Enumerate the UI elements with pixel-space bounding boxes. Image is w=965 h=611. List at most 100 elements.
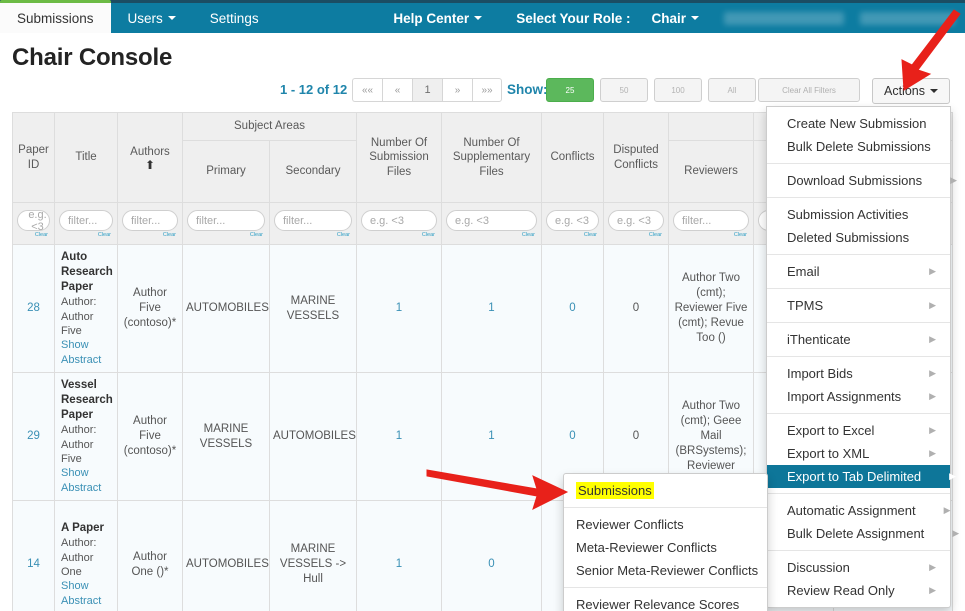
col-authors[interactable]: Authors ⬆ — [118, 113, 183, 203]
supplementary-files-link[interactable]: 1 — [488, 302, 494, 314]
submission-files-link[interactable]: 1 — [396, 302, 402, 314]
menu-item-review-read-only[interactable]: Review Read Only ▶ — [767, 579, 950, 602]
pagination-page-1-button[interactable]: 1 — [412, 78, 442, 102]
paper-id-link[interactable]: 28 — [27, 302, 40, 314]
nav-tab-submissions[interactable]: Submissions — [0, 0, 111, 33]
menu-item-discussion[interactable]: Discussion ▶ — [767, 556, 950, 579]
menu-item-export-to-tab-delimited[interactable]: Export to Tab Delimited ▶ — [767, 465, 950, 488]
filter-clear-secondary[interactable]: Clear — [274, 231, 352, 239]
actions-dropdown-menu: Create New Submission Bulk Delete Submis… — [766, 106, 951, 608]
submenu-item-reviewer-relevance-scores[interactable]: Reviewer Relevance Scores — [564, 593, 767, 611]
menu-item-label: iThenticate — [787, 331, 851, 348]
chevron-right-icon: ▶ — [952, 525, 959, 542]
submission-files-link[interactable]: 1 — [396, 430, 402, 442]
cell-title: Vessel Research Paper Author: Author Fiv… — [55, 373, 118, 501]
menu-item-deleted-submissions[interactable]: Deleted Submissions — [767, 226, 950, 249]
chevron-down-icon — [691, 16, 699, 20]
filter-cell-supplementary-files: e.g. <3 Clear — [442, 203, 542, 245]
conflicts-link[interactable]: 0 — [569, 430, 575, 442]
clear-all-filters-button[interactable]: Clear All Filters — [758, 78, 860, 102]
supplementary-files-link[interactable]: 1 — [488, 430, 494, 442]
filter-input-primary[interactable]: filter... — [187, 210, 265, 231]
filter-clear-reviewers[interactable]: Clear — [673, 231, 749, 239]
col-title[interactable]: Title — [55, 113, 118, 203]
col-number-of-submission-files[interactable]: Number Of Submission Files — [357, 113, 442, 203]
menu-item-export-to-excel[interactable]: Export to Excel ▶ — [767, 419, 950, 442]
role-selector-chair[interactable]: Chair — [634, 3, 716, 33]
submenu-item-submissions[interactable]: Submissions — [564, 479, 767, 502]
page-size-all-button[interactable]: All — [708, 78, 756, 102]
submission-files-link[interactable]: 1 — [396, 558, 402, 570]
filter-input-reviewers[interactable]: filter... — [673, 210, 749, 231]
show-abstract-link[interactable]: Show Abstract — [61, 338, 114, 367]
pagination-first-button[interactable]: «« — [352, 78, 382, 102]
filter-clear-disputed-conflicts[interactable]: Clear — [608, 231, 664, 239]
filter-cell-secondary: filter... Clear — [270, 203, 357, 245]
page-size-50-button[interactable]: 50 — [600, 78, 648, 102]
filter-input-paper-id[interactable]: e.g. <3 — [17, 210, 50, 231]
menu-divider — [564, 507, 767, 508]
submenu-item-meta-reviewer-conflicts[interactable]: Meta-Reviewer Conflicts — [564, 536, 767, 559]
pagination-controls: «« « 1 » »» — [352, 78, 502, 102]
menu-item-bulk-delete-assignment[interactable]: Bulk Delete Assignment ▶ — [767, 522, 950, 545]
paper-id-link[interactable]: 29 — [27, 430, 40, 442]
filter-input-conflicts[interactable]: e.g. <3 — [546, 210, 599, 231]
cell-submission-files: 1 — [357, 245, 442, 373]
submenu-item-senior-meta-reviewer-conflicts[interactable]: Senior Meta-Reviewer Conflicts — [564, 559, 767, 582]
col-paper-id[interactable]: Paper ID — [13, 113, 55, 203]
filter-input-title[interactable]: filter... — [59, 210, 113, 231]
page-size-100-button[interactable]: 100 — [654, 78, 702, 102]
actions-button[interactable]: Actions — [872, 78, 950, 104]
pagination-next-button[interactable]: » — [442, 78, 472, 102]
cell-supplementary-files: 1 — [442, 373, 542, 501]
filter-clear-title[interactable]: Clear — [59, 231, 113, 239]
menu-divider — [767, 163, 950, 164]
filter-clear-submission-files[interactable]: Clear — [361, 231, 437, 239]
nav-tab-settings-label: Settings — [210, 11, 259, 26]
nav-left-group: Submissions Users Settings — [0, 3, 276, 33]
col-primary[interactable]: Primary — [183, 141, 270, 203]
menu-item-email[interactable]: Email ▶ — [767, 260, 950, 283]
filter-input-disputed-conflicts[interactable]: e.g. <3 — [608, 210, 664, 231]
filter-clear-authors[interactable]: Clear — [122, 231, 178, 239]
pagination-prev-button[interactable]: « — [382, 78, 412, 102]
col-reviewers[interactable]: Reviewers — [669, 141, 754, 203]
filter-input-secondary[interactable]: filter... — [274, 210, 352, 231]
filter-input-authors[interactable]: filter... — [122, 210, 178, 231]
cell-submission-files: 1 — [357, 373, 442, 501]
sort-ascending-icon: ⬆ — [121, 160, 179, 170]
show-abstract-link[interactable]: Show Abstract — [61, 466, 114, 495]
author-name: Author Five — [61, 438, 114, 467]
menu-item-export-to-xml[interactable]: Export to XML ▶ — [767, 442, 950, 465]
show-abstract-link[interactable]: Show Abstract — [61, 579, 114, 608]
cell-title: Auto Research Paper Author: Author Five … — [55, 245, 118, 373]
menu-item-create-new-submission[interactable]: Create New Submission — [767, 112, 950, 135]
nav-tab-users[interactable]: Users — [111, 3, 193, 33]
filter-input-supplementary-files[interactable]: e.g. <3 — [446, 210, 537, 231]
menu-item-bulk-delete-submissions[interactable]: Bulk Delete Submissions — [767, 135, 950, 158]
col-secondary[interactable]: Secondary — [270, 141, 357, 203]
filter-clear-conflicts[interactable]: Clear — [546, 231, 599, 239]
menu-item-submission-activities[interactable]: Submission Activities — [767, 203, 950, 226]
submenu-item-reviewer-conflicts[interactable]: Reviewer Conflicts — [564, 513, 767, 536]
col-number-of-supplementary-files[interactable]: Number Of Supplementary Files — [442, 113, 542, 203]
filter-input-submission-files[interactable]: e.g. <3 — [361, 210, 437, 231]
pagination-last-button[interactable]: »» — [472, 78, 502, 102]
menu-item-tpms[interactable]: TPMS ▶ — [767, 294, 950, 317]
col-disputed-conflicts[interactable]: Disputed Conflicts — [604, 113, 669, 203]
col-conflicts[interactable]: Conflicts — [542, 113, 604, 203]
filter-clear-primary[interactable]: Clear — [187, 231, 265, 239]
page-size-25-button[interactable]: 25 — [546, 78, 594, 102]
paper-id-link[interactable]: 14 — [27, 558, 40, 570]
conflicts-link[interactable]: 0 — [569, 302, 575, 314]
supplementary-files-link[interactable]: 0 — [488, 558, 494, 570]
filter-clear-supplementary-files[interactable]: Clear — [446, 231, 537, 239]
menu-item-automatic-assignment[interactable]: Automatic Assignment ▶ — [767, 499, 950, 522]
menu-item-label: Deleted Submissions — [787, 229, 909, 246]
menu-item-import-bids[interactable]: Import Bids ▶ — [767, 362, 950, 385]
help-center-menu[interactable]: Help Center — [376, 3, 499, 33]
nav-tab-settings[interactable]: Settings — [193, 3, 276, 33]
menu-item-ithenticate[interactable]: iThenticate ▶ — [767, 328, 950, 351]
menu-item-download-submissions[interactable]: Download Submissions ▶ — [767, 169, 950, 192]
menu-item-import-assignments[interactable]: Import Assignments ▶ — [767, 385, 950, 408]
